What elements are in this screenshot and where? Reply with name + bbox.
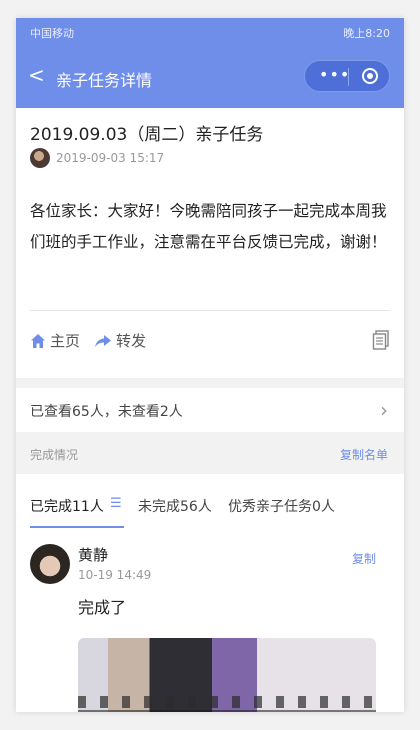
share-icon [95,334,111,347]
tab-indicator [30,526,124,528]
screenshot-frame: 中国移动 晚上8:20 < 亲子任务详情 ••• 2019.09.03（周二）亲… [0,0,420,730]
submission-time: 10-19 14:49 [78,568,152,582]
view-stats-row[interactable]: 已查看65人，未查看2人 › [16,388,404,432]
post-timestamp: 2019-09-03 15:17 [56,151,165,165]
submission-item: 黄静 10-19 14:49 复制 完成了 [16,530,404,712]
home-icon [31,333,45,348]
author-avatar[interactable] [30,148,50,168]
share-button[interactable]: 转发 [94,330,146,351]
status-bar: 中国移动 晚上8:20 [16,18,404,46]
home-button[interactable]: 主页 [30,330,80,351]
title-bar: < 亲子任务详情 ••• [16,46,404,108]
photo-bottom-shade [78,710,376,712]
copy-list-button[interactable]: 复制名单 [340,446,388,463]
task-body: 各位家长：大家好！今晚需陪同孩子一起完成本周我们班的手工作业，注意需在平台反馈已… [30,202,387,251]
phone-screen: 中国移动 晚上8:20 < 亲子任务详情 ••• 2019.09.03（周二）亲… [16,18,404,712]
share-label: 转发 [116,332,147,350]
completion-header: 完成情况 复制名单 [16,432,404,474]
tab-not-completed[interactable]: 未完成56人 [138,496,212,516]
submitter-name: 黄静 [78,546,109,564]
copy-button[interactable]: 复制 [352,550,376,567]
more-icon[interactable]: ••• [319,65,350,84]
close-mini-program-icon[interactable] [361,67,379,85]
avatar[interactable] [30,544,70,584]
task-title: 2019.09.03（周二）亲子任务 [30,125,264,145]
photo-decoration [78,696,376,708]
submission-text: 完成了 [78,598,127,617]
tab-completed[interactable]: 已完成11人 [30,496,104,516]
mini-program-capsule: ••• [304,60,390,92]
tab-excellent[interactable]: 优秀亲子任务0人 [228,496,335,516]
section-gap [16,378,404,388]
divider [30,310,390,311]
view-stats-text: 已查看65人，未查看2人 [30,404,183,420]
status-time: 晚上8:20 [343,27,390,40]
document-icon[interactable] [372,330,390,350]
back-icon[interactable]: < [28,63,45,87]
chevron-right-icon: › [380,398,388,422]
carrier-label: 中国移动 [30,27,74,40]
action-bar: 主页 转发 [30,330,390,354]
capsule-divider [348,68,349,86]
home-label: 主页 [50,332,81,350]
page-title: 亲子任务详情 [56,71,153,90]
submission-photo[interactable] [78,638,376,712]
completion-tabs: 已完成11人 ☰ 未完成56人 优秀亲子任务0人 [16,474,404,531]
completion-label: 完成情况 [30,448,79,462]
filter-icon[interactable]: ☰ [110,496,122,511]
task-article: 2019.09.03（周二）亲子任务 2019-09-03 15:17 各位家长… [16,108,404,378]
